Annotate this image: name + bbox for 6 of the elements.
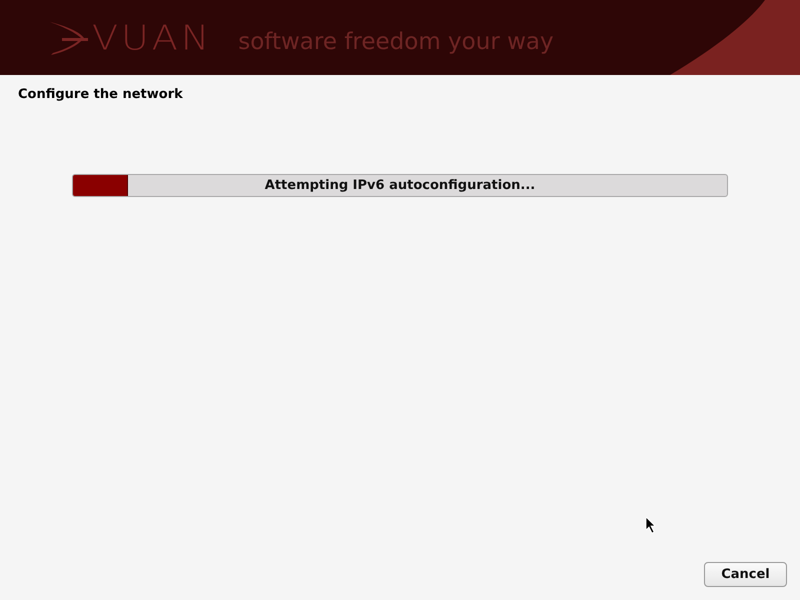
logo-wordmark: VUAN [92, 18, 212, 58]
cancel-button[interactable]: Cancel [704, 562, 787, 587]
mouse-pointer-icon [646, 517, 656, 533]
tagline: software freedom your way [238, 28, 554, 54]
progress-label: Attempting IPv6 autoconfiguration... [264, 178, 536, 193]
page-title: Configure the network [17, 86, 184, 102]
